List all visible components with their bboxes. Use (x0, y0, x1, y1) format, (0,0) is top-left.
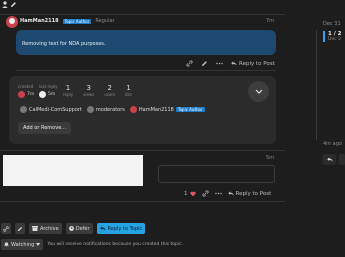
heart-icon[interactable] (189, 191, 196, 197)
add-remove-button[interactable]: Add or Remove... (18, 122, 72, 134)
topic-stats: 1 reply 3 views 2 users 1 like (63, 84, 132, 97)
post-time[interactable]: 5m (266, 155, 274, 161)
created-label: created (18, 84, 34, 89)
more-icon[interactable] (216, 62, 223, 65)
post-actions: Reply to Post (186, 60, 275, 67)
link-icon (3, 225, 9, 232)
watching-dropdown[interactable]: Watching (1, 239, 44, 250)
top-divider (0, 14, 285, 15)
created-block: created 7m (18, 84, 34, 98)
post2-bottom-divider (0, 201, 285, 202)
avatar (39, 91, 46, 98)
topic-footer-buttons: Archive Defer Reply to Topic (1, 223, 146, 234)
like-count[interactable]: 1 (184, 191, 188, 197)
timeline-start-date[interactable]: Dec 31 (323, 21, 341, 27)
topic-author-badge: Topic Author (62, 18, 92, 24)
more-icon[interactable] (214, 192, 222, 195)
post-body: Removing text for NDA purposes. (16, 30, 276, 55)
topic-author-badge: Topic Author (175, 107, 205, 112)
caret-down-icon (36, 243, 41, 246)
redacted-post-header (3, 155, 143, 186)
archive-button[interactable]: Archive (29, 223, 62, 234)
group-icon (20, 106, 27, 113)
reply-icon (99, 226, 106, 231)
reply-to-post-button[interactable]: Reply to Post (231, 61, 275, 67)
timeline-track (316, 30, 317, 140)
participant-chip[interactable]: moderators (86, 106, 125, 113)
user-role: Regular (95, 18, 115, 24)
reply-icon (326, 157, 333, 162)
last-reply-value: 5m (48, 92, 56, 97)
reply-icon (227, 191, 234, 196)
post-username[interactable]: HamMan2118 (20, 18, 59, 24)
group-icon (86, 106, 94, 113)
timeline-ago[interactable]: 4m ago (323, 141, 342, 147)
expand-button[interactable] (248, 81, 269, 102)
post-header: HamMan2118 Topic Author Regular (20, 18, 115, 24)
participants: CalMedi-ComSupport moderators HamMan2118… (20, 106, 205, 113)
participant-chip[interactable]: HamMan2118 Topic Author (129, 106, 205, 113)
archive-icon (32, 226, 38, 231)
timeline-date: Dec 2 (328, 37, 342, 42)
sidebar-action-button[interactable] (339, 154, 345, 165)
stat-replies: 1 reply (63, 84, 74, 97)
last-reply-block[interactable]: last reply 5m (39, 84, 58, 98)
post-body-text: Removing text for NDA purposes. (22, 41, 106, 47)
chevron-down-icon (255, 89, 262, 94)
post2-divider (0, 150, 285, 151)
pencil-icon (17, 226, 23, 231)
notification-text: You will receive notifications because y… (47, 242, 184, 247)
post-divider (16, 70, 276, 71)
pencil-icon[interactable] (10, 1, 17, 8)
avatar (129, 106, 137, 113)
participant-chip[interactable]: CalMedi-ComSupport (20, 106, 82, 113)
reply-to-post-label: Reply to Post (239, 60, 275, 67)
link-icon[interactable] (186, 60, 193, 67)
reply-to-topic-button[interactable]: Reply to Topic (96, 223, 146, 234)
stat-likes: 1 like (125, 84, 133, 97)
created-value: 7m (27, 92, 35, 97)
avatar (18, 91, 25, 98)
post2-actions: 1 Reply to Post (184, 190, 271, 197)
timeline-handle[interactable]: 1 / 2 Dec 2 (323, 31, 342, 42)
post-body-box (158, 165, 275, 183)
edit-icon[interactable] (201, 60, 208, 67)
sidebar-reply-button[interactable] (323, 154, 336, 165)
reply-to-post-label: Reply to Post (235, 190, 272, 197)
post-time[interactable]: 7m (266, 18, 274, 24)
avatar[interactable] (6, 16, 18, 28)
edit-button[interactable] (15, 223, 25, 234)
stat-views: 3 views (83, 84, 95, 97)
reply-icon (231, 61, 237, 66)
bell-icon (4, 242, 9, 247)
reply-to-post-button[interactable]: Reply to Post (227, 190, 272, 197)
clock-icon (68, 226, 74, 231)
share-link-button[interactable] (1, 223, 11, 234)
defer-button[interactable]: Defer (65, 223, 93, 234)
user-icon[interactable] (2, 1, 8, 8)
notification-row: Watching You will receive notifications … (1, 239, 183, 250)
link-icon[interactable] (201, 190, 209, 197)
stat-users: 2 users (104, 84, 116, 97)
last-reply-label: last reply (39, 84, 58, 89)
